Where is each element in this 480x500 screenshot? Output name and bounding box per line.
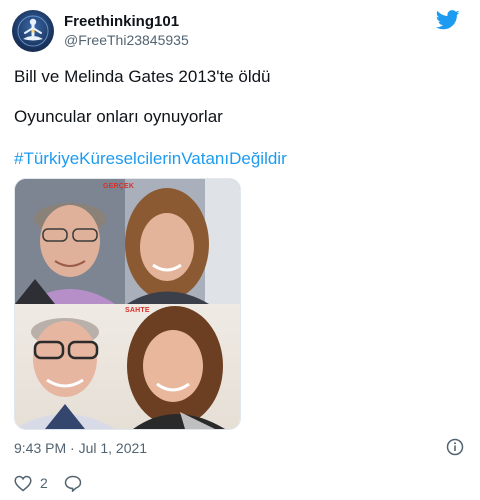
twitter-bird-icon[interactable] bbox=[436, 10, 460, 30]
label-fake: SAHTE bbox=[125, 307, 150, 314]
couple-photo-bottom bbox=[15, 306, 225, 429]
tweet-text-line-1: Bill ve Melinda Gates 2013'te öldü bbox=[14, 67, 271, 86]
tweet-header: Freethinking101 @FreeThi23845935 bbox=[12, 10, 468, 56]
tweet-actions: 2 bbox=[14, 472, 98, 494]
author-names: Freethinking101 @FreeThi23845935 bbox=[64, 12, 189, 49]
info-icon[interactable] bbox=[446, 438, 464, 456]
meditating-figure-icon bbox=[17, 15, 49, 47]
couple-photo-top bbox=[15, 179, 240, 304]
label-real: GERÇEK bbox=[103, 183, 135, 190]
display-name[interactable]: Freethinking101 bbox=[64, 12, 189, 31]
user-handle[interactable]: @FreeThi23845935 bbox=[64, 31, 189, 49]
avatar[interactable] bbox=[12, 10, 54, 52]
tweet-text-line-2: Oyuncular onları oynuyorlar bbox=[14, 107, 223, 126]
heart-icon bbox=[14, 475, 32, 491]
like-count: 2 bbox=[40, 475, 48, 491]
tweet-timestamp[interactable]: 9:43 PM · Jul 1, 2021 bbox=[14, 440, 147, 456]
reply-button[interactable] bbox=[64, 475, 82, 492]
tweet-media-image[interactable]: GERÇEK SAHTE bbox=[14, 178, 241, 430]
media-panel-top: GERÇEK bbox=[15, 179, 240, 304]
hashtag-link[interactable]: #TürkiyeKüreselcilerinVatanıDeğildir bbox=[14, 148, 287, 170]
reply-bubble-icon bbox=[64, 475, 82, 492]
media-panel-bottom: SAHTE bbox=[15, 304, 240, 429]
like-button[interactable]: 2 bbox=[14, 475, 48, 492]
